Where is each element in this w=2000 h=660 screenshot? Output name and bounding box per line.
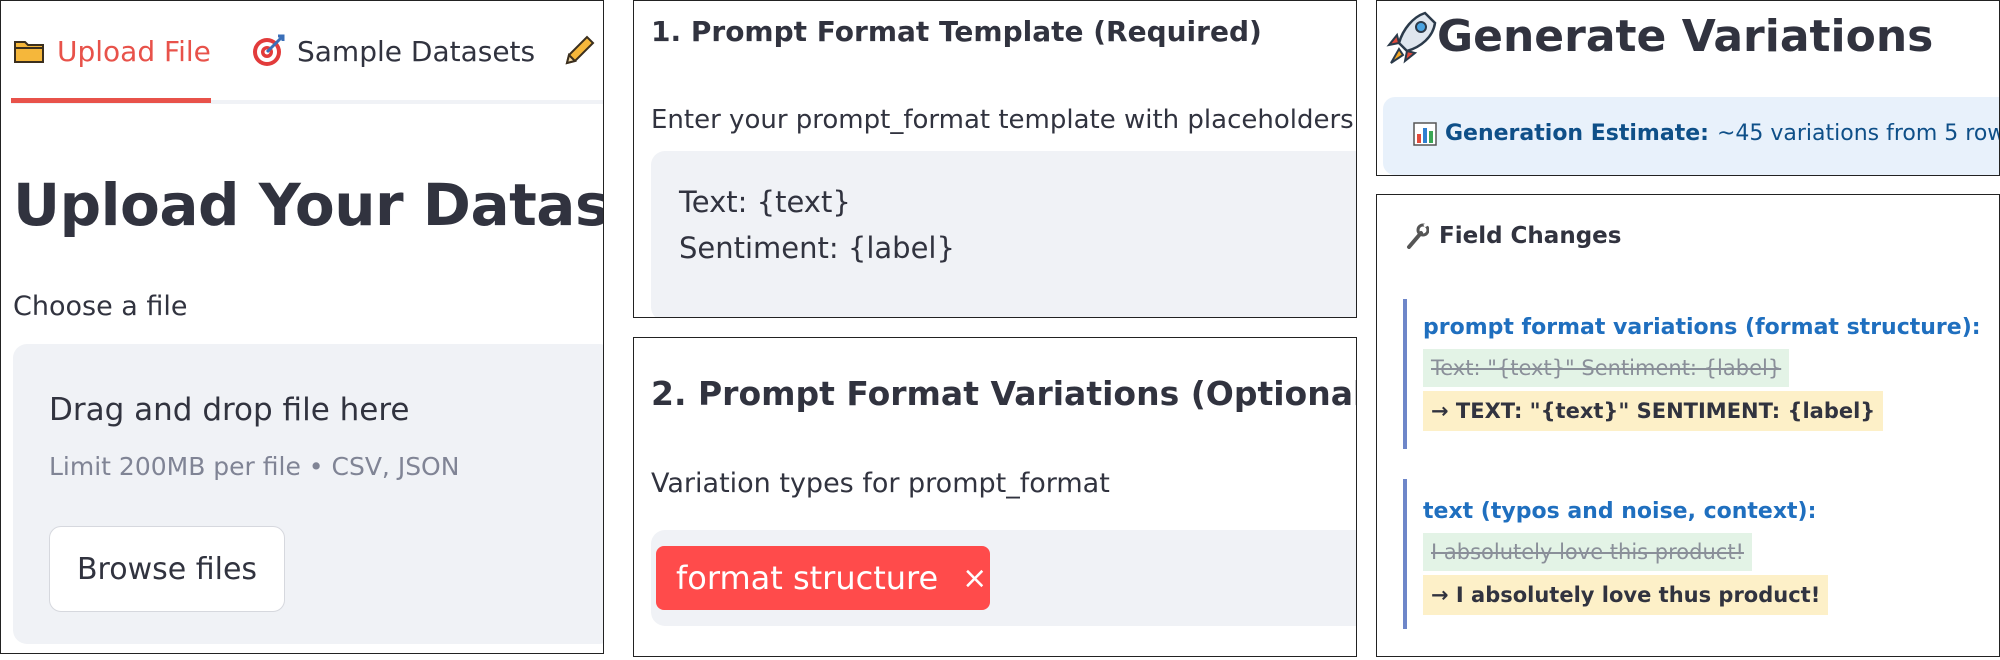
generation-estimate-text: Generation Estimate: ~45 variations from… (1413, 121, 2000, 146)
generate-section-title: Generate Variations (1437, 11, 1934, 62)
page-title: Upload Your Dataset (13, 171, 604, 239)
upload-panel: Upload File Sample Datasets Upload Your … (0, 0, 604, 654)
browse-files-button[interactable]: Browse files (49, 526, 285, 612)
wrench-icon (1405, 223, 1429, 249)
chip-remove-icon[interactable]: × (962, 561, 987, 596)
variations-label: Variation types for prompt_format (651, 468, 1110, 499)
selected-variation-chip[interactable]: format structure × (656, 546, 990, 610)
rocket-icon (1385, 9, 1437, 73)
active-tab-underline (11, 98, 211, 103)
template-instruction: Enter your prompt_format template with p… (651, 105, 1357, 135)
tab-sample-datasets-label: Sample Datasets (297, 34, 536, 68)
chip-label: format structure (676, 559, 939, 597)
field-change-group: prompt format variations (format structu… (1403, 299, 1999, 449)
field-change-group: text (typos and noise, context): I absol… (1403, 479, 1999, 629)
folder-icon (13, 38, 45, 64)
template-line: Sentiment: {label} (679, 231, 955, 265)
file-dropzone[interactable]: Drag and drop file here Limit 200MB per … (13, 344, 603, 644)
template-section-title: 1. Prompt Format Template (Required) (651, 15, 1262, 48)
tab-edit[interactable] (561, 31, 603, 71)
dropzone-title: Drag and drop file here (49, 392, 410, 428)
template-line: Text: {text} (679, 185, 851, 219)
field-change-header: text (typos and noise, context): (1423, 499, 1817, 524)
template-textarea[interactable]: Text: {text} Sentiment: {label} (651, 151, 1356, 317)
field-change-old-value: Text: "{text}" Sentiment: {label} (1423, 349, 1790, 387)
bar-chart-icon (1413, 121, 1437, 146)
tab-bar: Upload File Sample Datasets (1, 1, 603, 105)
field-changes-panel: Field Changes prompt format variations (… (1376, 194, 2000, 657)
variations-section-title: 2. Prompt Format Variations (Optional) (651, 374, 1357, 413)
file-uploader-label: Choose a file (13, 291, 188, 322)
field-changes-title-label: Field Changes (1439, 223, 1622, 249)
estimate-value: ~45 variations from 5 rows (1716, 121, 2000, 146)
tab-sample-datasets[interactable]: Sample Datasets (251, 31, 535, 71)
field-change-old-value: I absolutely love this product! (1423, 533, 1752, 571)
tab-upload-file[interactable]: Upload File (13, 31, 211, 71)
generation-estimate-box: Generation Estimate: ~45 variations from… (1383, 97, 2000, 175)
estimate-label: Generation Estimate: (1445, 121, 1709, 146)
field-change-header: prompt format variations (format structu… (1423, 315, 1981, 340)
field-change-new-value: → I absolutely love thus product! (1423, 575, 1829, 615)
field-changes-title: Field Changes (1405, 223, 1621, 249)
dropzone-limit-text: Limit 200MB per file • CSV, JSON (49, 452, 460, 481)
tab-upload-file-label: Upload File (57, 34, 211, 68)
pencil-icon (561, 33, 597, 69)
prompt-variations-panel: 2. Prompt Format Variations (Optional) V… (633, 337, 1357, 657)
target-icon (251, 34, 285, 68)
generate-panel: Generate Variations Generation Estimate:… (1376, 0, 2000, 176)
prompt-template-panel: 1. Prompt Format Template (Required) Ent… (633, 0, 1357, 318)
field-change-new-value: → TEXT: "{text}" SENTIMENT: {label} (1423, 391, 1884, 431)
